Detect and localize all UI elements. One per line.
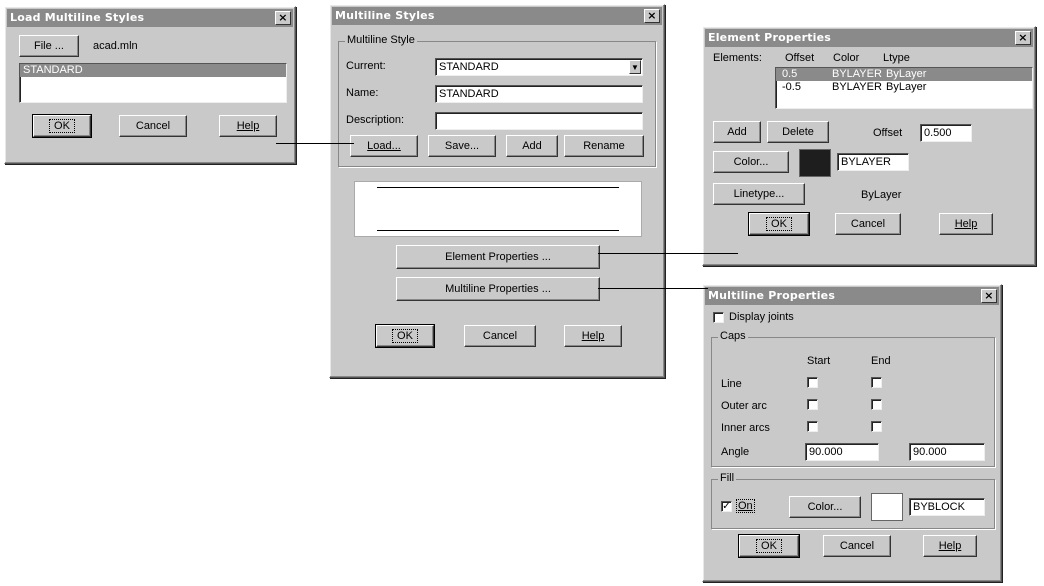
help-button[interactable]: Help [939, 213, 993, 235]
load-multiline-styles-dialog: Load Multiline Styles × File ... acad.ml… [4, 6, 296, 164]
save-button[interactable]: Save... [428, 135, 496, 157]
help-button[interactable]: Help [923, 535, 977, 557]
close-icon[interactable]: × [275, 11, 291, 25]
offset-field[interactable]: 0.500 [920, 124, 972, 142]
add-button[interactable]: Add [506, 135, 558, 157]
list-item[interactable]: STANDARD [20, 64, 286, 77]
load-button[interactable]: Load... [350, 135, 418, 157]
name-field[interactable]: STANDARD [435, 85, 643, 103]
elements-list[interactable]: 0.5 BYLAYER ByLayer -0.5 BYLAYER ByLayer [775, 67, 1033, 109]
outer-arc-start-checkbox[interactable] [807, 399, 818, 410]
cancel-button[interactable]: Cancel [464, 325, 536, 347]
multiline-styles-dialog: Multiline Styles × Multiline Style Curre… [329, 4, 665, 378]
connector-element-properties [598, 253, 738, 254]
close-icon[interactable]: × [1015, 31, 1031, 45]
description-field[interactable] [435, 112, 643, 130]
column-ltype: Ltype [883, 52, 910, 64]
cancel-button[interactable]: Cancel [119, 115, 187, 137]
outer-arc-end-checkbox[interactable] [871, 399, 882, 410]
file-button[interactable]: File ... [19, 35, 79, 57]
color-value-field[interactable]: BYLAYER [837, 153, 909, 171]
list-item[interactable]: 0.5 BYLAYER ByLayer [776, 68, 1032, 81]
style-preview [354, 181, 642, 237]
multiline-properties-button[interactable]: Multiline Properties ... [396, 277, 600, 301]
cancel-button[interactable]: Cancel [835, 213, 901, 235]
fill-color-value-field[interactable]: BYBLOCK [909, 498, 985, 516]
ok-button[interactable]: OK [738, 534, 800, 558]
description-label: Description: [346, 114, 405, 126]
ok-button[interactable]: OK [32, 114, 92, 138]
fill-on-checkbox[interactable]: ✓ [721, 501, 732, 512]
connector-multiline-properties [598, 288, 708, 289]
ok-button[interactable]: OK [375, 324, 435, 348]
close-icon[interactable]: × [644, 9, 660, 23]
dialog-title: Element Properties [708, 31, 832, 44]
connector-load [276, 143, 354, 144]
group-title: Caps [718, 330, 748, 342]
offset-label: Offset [873, 127, 903, 139]
inner-arcs-label: Inner arcs [721, 422, 770, 434]
column-offset: Offset [785, 52, 815, 64]
fill-color-button[interactable]: Color... [789, 496, 861, 518]
inner-arcs-end-checkbox[interactable] [871, 421, 882, 432]
multiline-properties-dialog: Multiline Properties × Display joints Ca… [702, 284, 1002, 582]
dialog-title: Multiline Properties [708, 289, 836, 302]
display-joints-label: Display joints [729, 311, 794, 323]
current-label: Current: [346, 60, 386, 72]
linetype-value: ByLayer [861, 189, 902, 201]
group-title: Fill [718, 472, 737, 484]
element-properties-button[interactable]: Element Properties ... [396, 245, 600, 269]
color-button[interactable]: Color... [713, 151, 789, 173]
preview-line-top [377, 187, 619, 188]
title-bar[interactable]: Multiline Properties × [705, 287, 999, 305]
preview-line-bottom [377, 230, 619, 231]
file-name-label: acad.mln [93, 40, 138, 52]
display-joints-checkbox[interactable] [713, 312, 724, 323]
title-bar[interactable]: Multiline Styles × [332, 7, 662, 25]
dialog-title: Load Multiline Styles [10, 11, 145, 24]
line-end-checkbox[interactable] [871, 377, 882, 388]
delete-button[interactable]: Delete [767, 121, 829, 143]
rename-button[interactable]: Rename [564, 135, 644, 157]
title-bar[interactable]: Load Multiline Styles × [7, 9, 293, 27]
help-button[interactable]: Help [219, 115, 277, 137]
current-style-select[interactable]: STANDARD ▼ [435, 58, 643, 76]
end-label: End [871, 355, 891, 367]
dialog-title: Multiline Styles [335, 9, 435, 22]
help-button[interactable]: Help [564, 325, 622, 347]
angle-label: Angle [721, 446, 750, 458]
fill-color-swatch [871, 493, 903, 521]
start-label: Start [807, 355, 831, 367]
styles-list[interactable]: STANDARD [19, 63, 287, 103]
line-start-checkbox[interactable] [807, 377, 818, 388]
inner-arcs-start-checkbox[interactable] [807, 421, 818, 432]
line-label: Line [721, 378, 742, 390]
elements-label: Elements: [713, 52, 762, 64]
linetype-button[interactable]: Linetype... [713, 183, 805, 205]
name-label: Name: [346, 87, 379, 99]
list-item[interactable]: -0.5 BYLAYER ByLayer [776, 81, 1032, 94]
close-icon[interactable]: × [981, 289, 997, 303]
group-title: Multiline Style [345, 34, 417, 46]
angle-end-field[interactable]: 90.000 [909, 443, 985, 461]
add-button[interactable]: Add [713, 121, 761, 143]
angle-start-field[interactable]: 90.000 [805, 443, 879, 461]
fill-on-label: On [736, 499, 755, 513]
column-color: Color [833, 52, 860, 64]
cancel-button[interactable]: Cancel [823, 535, 891, 557]
chevron-down-icon[interactable]: ▼ [629, 60, 641, 74]
ok-button[interactable]: OK [748, 212, 810, 236]
element-properties-dialog: Element Properties × Elements: Offset Co… [702, 26, 1036, 266]
outer-arc-label: Outer arc [721, 400, 767, 412]
color-swatch [799, 149, 831, 177]
title-bar[interactable]: Element Properties × [705, 29, 1033, 47]
